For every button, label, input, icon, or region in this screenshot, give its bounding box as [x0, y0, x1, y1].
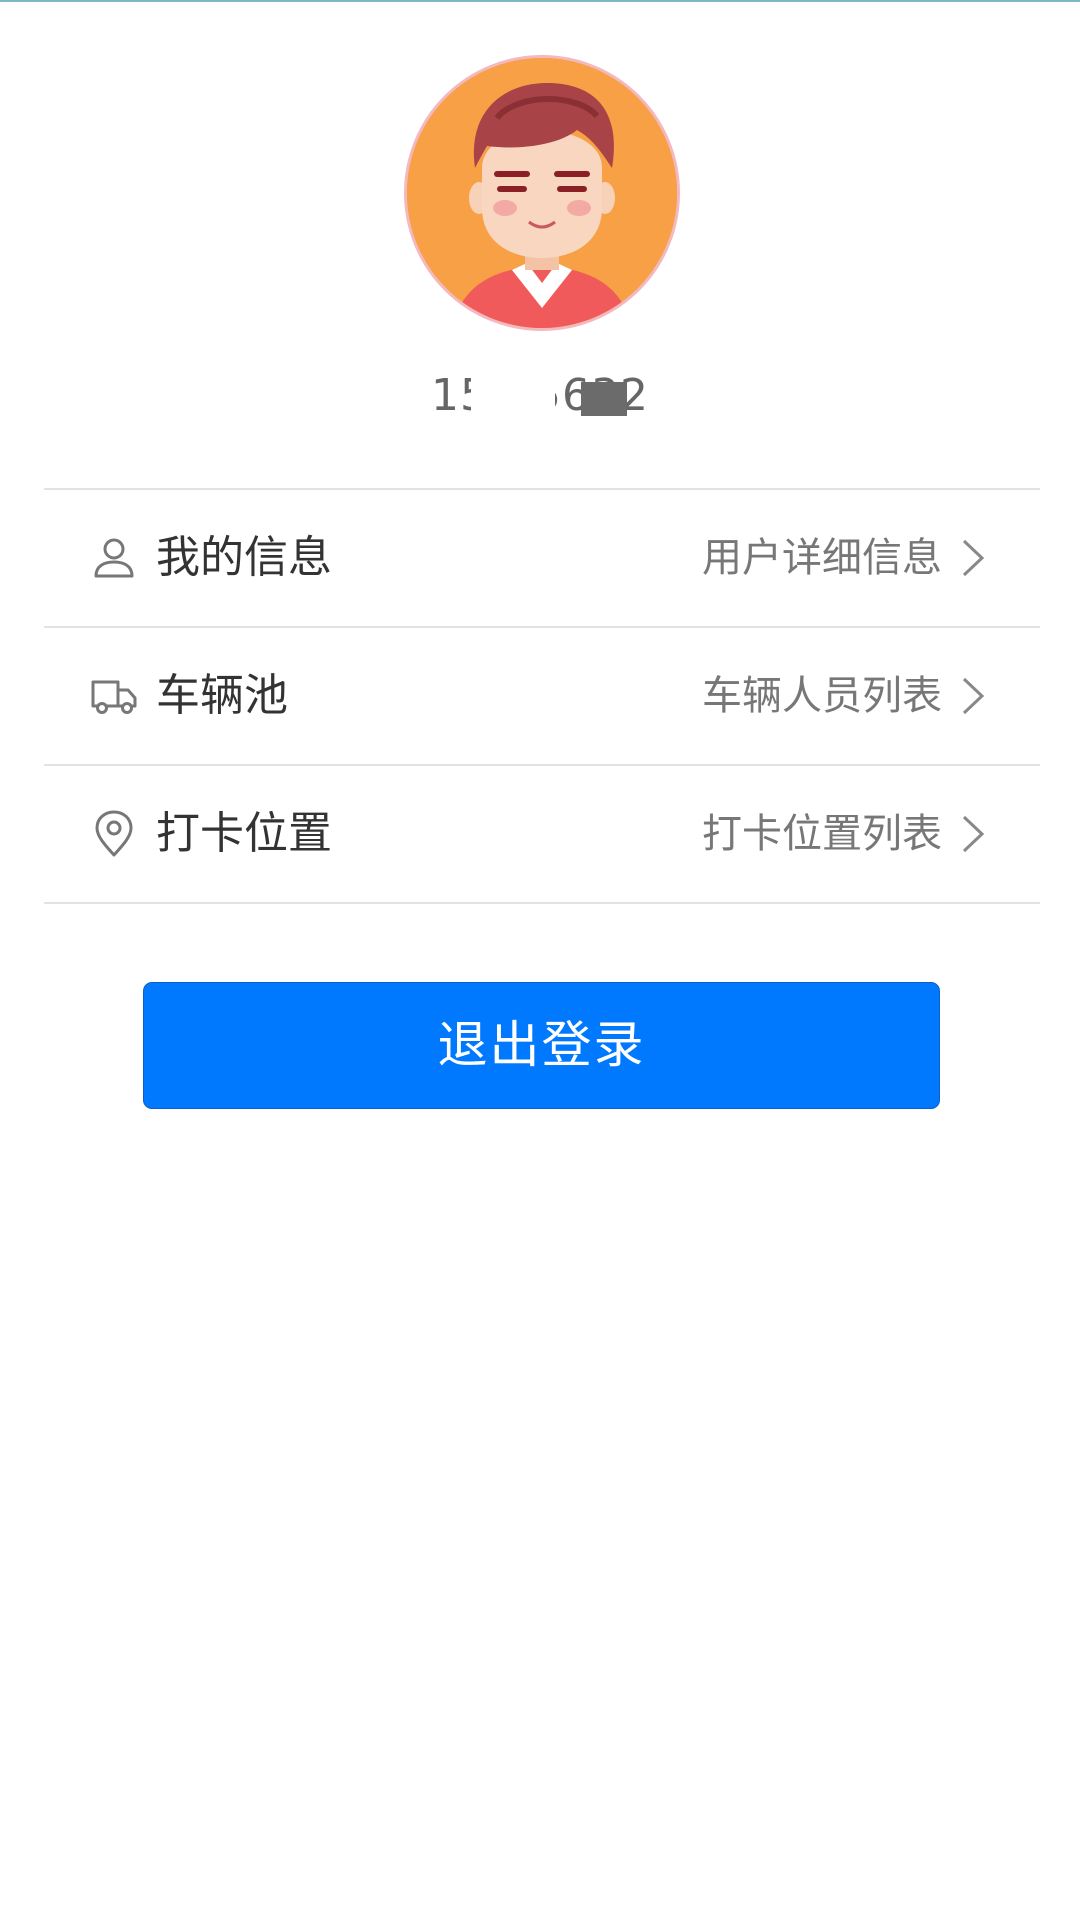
top-divider — [0, 0, 1080, 2]
menu-item-my-info[interactable]: 我的信息 用户详细信息 — [44, 490, 1040, 628]
truck-icon — [91, 680, 137, 714]
avatar-illustration — [407, 58, 677, 328]
chevron-right-icon — [962, 677, 985, 715]
logout-button[interactable]: 退出登录 — [143, 982, 940, 1109]
chevron-right-icon — [962, 539, 985, 577]
menu-item-label: 我的信息 — [156, 532, 332, 583]
menu-item-detail: 用户详细信息 — [702, 535, 942, 581]
location-pin-icon — [95, 810, 133, 857]
phone-redaction-blank — [471, 362, 555, 418]
menu-item-checkin-location[interactable]: 打卡位置 打卡位置列表 — [44, 766, 1040, 904]
user-icon — [94, 538, 134, 578]
menu-item-label: 车辆池 — [156, 670, 288, 721]
menu-item-detail: 车辆人员列表 — [702, 673, 942, 719]
chevron-right-icon — [962, 815, 985, 853]
menu-item-detail: 打卡位置列表 — [702, 811, 942, 857]
phone-redaction-block — [581, 382, 627, 416]
menu-item-label: 打卡位置 — [156, 808, 332, 859]
settings-menu: 我的信息 用户详细信息 车辆池 车辆人员列表 打卡位置 打卡位置列表 — [44, 488, 1040, 904]
menu-item-vehicle-pool[interactable]: 车辆池 车辆人员列表 — [44, 628, 1040, 766]
avatar[interactable] — [404, 55, 680, 331]
